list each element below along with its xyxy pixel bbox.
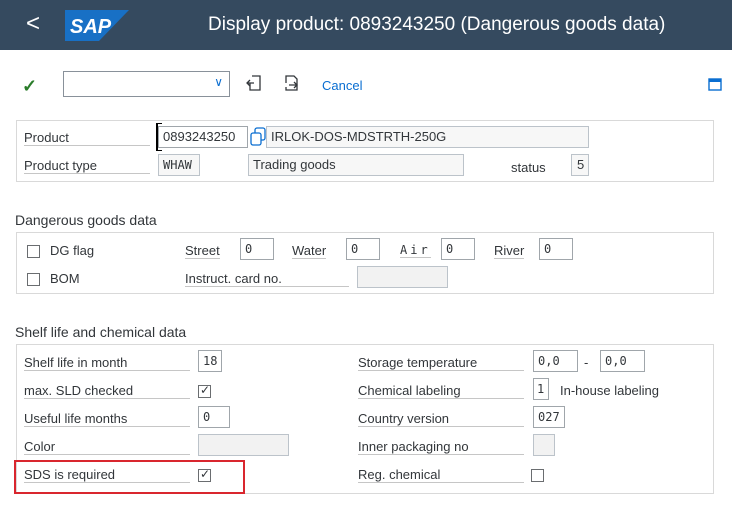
useful-life-field[interactable]: 0 (198, 406, 230, 428)
highlight-box (14, 460, 245, 494)
svg-text:SAP: SAP (70, 16, 112, 38)
reg-chemical-checkbox[interactable] (531, 469, 544, 482)
forward-document-icon[interactable] (280, 72, 302, 94)
water-field[interactable]: 0 (346, 238, 380, 260)
cancel-button[interactable]: Cancel (322, 78, 362, 93)
product-description: IRLOK-DOS-MDSTRTH-250G (266, 126, 589, 148)
product-type-field[interactable]: WHAW (158, 154, 200, 176)
country-version-field[interactable]: 027 (533, 406, 565, 428)
water-label: Water (292, 243, 327, 259)
street-label: Street (185, 243, 220, 259)
street-field[interactable]: 0 (240, 238, 274, 260)
inner-packaging-label: Inner packaging no (358, 439, 524, 455)
dg-flag-label: DG flag (50, 243, 95, 258)
chevron-left-icon[interactable]: < (26, 10, 40, 38)
instruct-card-label: Instruct. card no. (185, 271, 349, 287)
page-title: Display product: 0893243250 (Dangerous g… (208, 14, 666, 35)
shelf-section-title: Shelf life and chemical data (15, 324, 187, 340)
inner-packaging-field[interactable] (533, 434, 555, 456)
status-field[interactable]: 5 (571, 154, 589, 176)
max-sld-label: max. SLD checked (24, 383, 190, 399)
checkmark-icon[interactable]: ✓ (22, 76, 37, 97)
air-label: Air (400, 243, 431, 258)
reg-chemical-label: Reg. chemical (358, 467, 524, 483)
product-label: Product (24, 130, 150, 146)
storage-temperature-from[interactable]: 0,0 (533, 350, 578, 372)
color-field[interactable] (198, 434, 289, 456)
command-field[interactable]: ∨ (63, 71, 230, 97)
instruct-card-field[interactable] (357, 266, 448, 288)
product-type-description: Trading goods (248, 154, 464, 176)
chemical-labeling-description: In-house labeling (560, 383, 660, 398)
shelf-life-field[interactable]: 18 (198, 350, 222, 372)
max-sld-checkbox[interactable] (198, 383, 211, 398)
storage-temperature-label: Storage temperature (358, 355, 524, 371)
bom-label: BOM (50, 271, 80, 286)
shelf-life-label: Shelf life in month (24, 355, 190, 371)
country-version-label: Country version (358, 411, 524, 427)
color-label: Color (24, 439, 190, 455)
air-field[interactable]: 0 (441, 238, 475, 260)
window-icon[interactable] (708, 78, 722, 91)
river-field[interactable]: 0 (539, 238, 573, 260)
river-label: River (494, 243, 525, 259)
product-type-label: Product type (24, 158, 150, 174)
bom-checkbox[interactable] (27, 273, 40, 286)
chevron-down-icon[interactable]: ∨ (214, 75, 223, 89)
storage-temperature-to[interactable]: 0,0 (600, 350, 645, 372)
dg-section-title: Dangerous goods data (15, 212, 157, 228)
sap-logo: SAP (65, 10, 129, 41)
useful-life-label: Useful life months (24, 411, 190, 427)
status-label: status (511, 160, 546, 175)
back-document-icon[interactable] (244, 72, 266, 94)
chemical-labeling-label: Chemical labeling (358, 383, 524, 399)
dg-flag-checkbox[interactable] (27, 245, 40, 258)
storage-range-separator: - (584, 355, 589, 370)
chemical-labeling-field[interactable]: 1 (533, 378, 549, 400)
title-bar: < SAP Display product: 0893243250 (Dange… (0, 0, 732, 50)
product-field[interactable]: 0893243250 (158, 126, 248, 148)
